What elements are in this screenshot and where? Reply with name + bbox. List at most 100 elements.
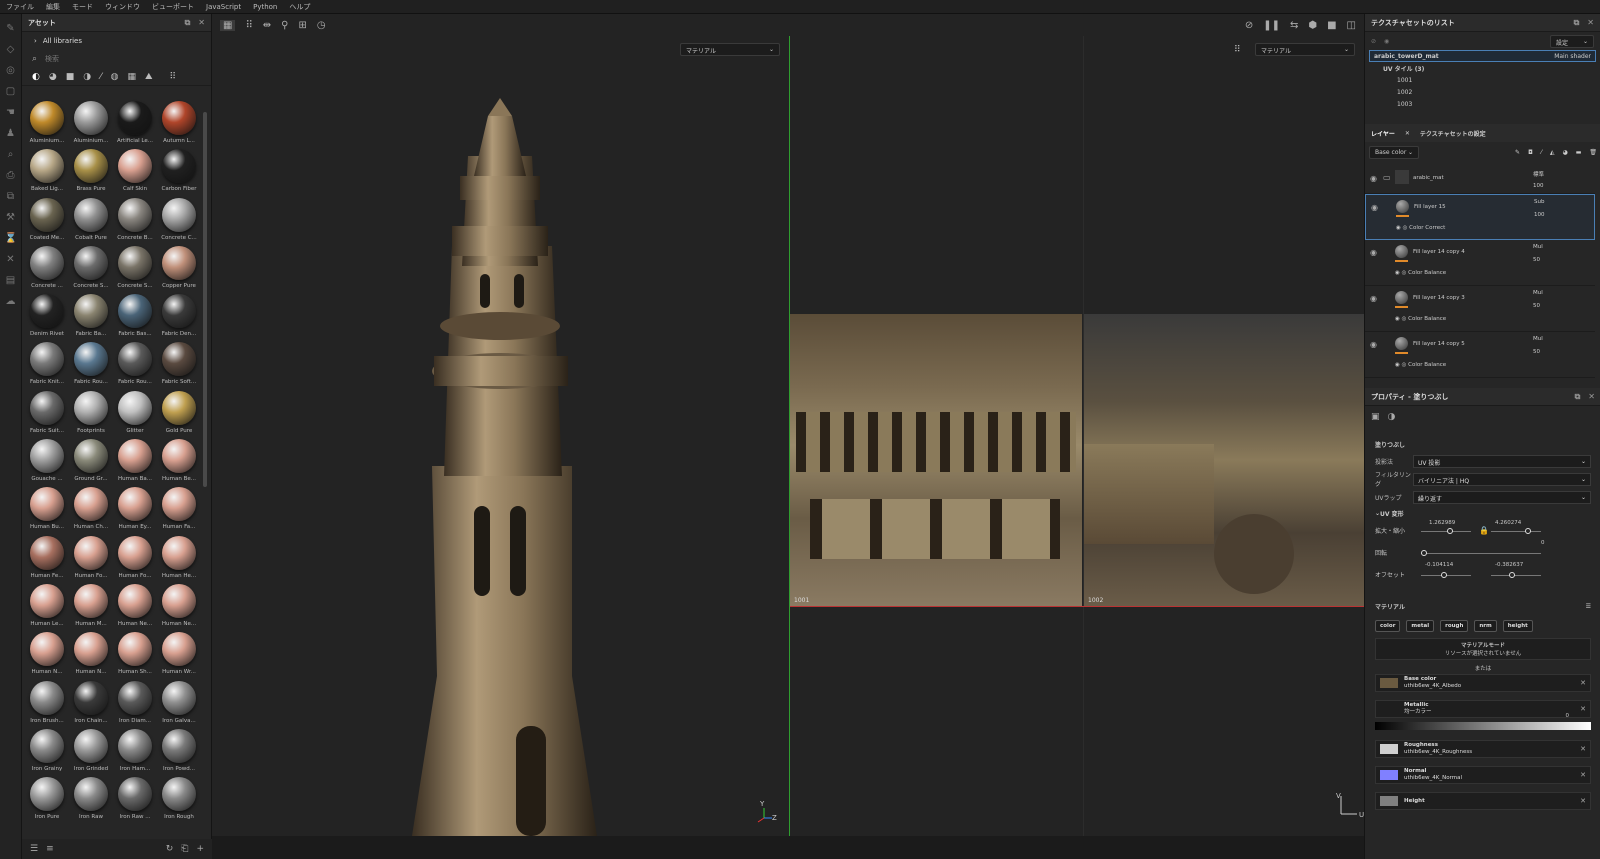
material-thumbnail[interactable]: Iron Grainy (26, 728, 68, 776)
material-thumbnail[interactable]: Iron Brush... (26, 680, 68, 728)
refresh-icon[interactable]: ↻ (166, 844, 174, 854)
channel-toggle-color[interactable]: color (1375, 620, 1401, 632)
material-thumbnail[interactable]: Brass Pure (70, 148, 112, 196)
clear-icon[interactable]: ✕ (1580, 745, 1586, 753)
layout-single-icon[interactable]: ▦ (220, 19, 236, 31)
filter-texture-icon[interactable]: ▦ (127, 72, 136, 82)
close-icon[interactable]: ✕ (1405, 130, 1410, 137)
bake-icon[interactable]: ⎙ (5, 170, 17, 182)
frame-icon[interactable]: ⊞ (299, 20, 307, 31)
material-thumbnail[interactable]: Human Sh... (114, 631, 156, 679)
material-thumbnail[interactable]: Fabric Soft... (158, 341, 200, 389)
material-thumbnail[interactable]: Iron Chain... (70, 680, 112, 728)
geometry-mask-icon[interactable]: ▢ (5, 86, 17, 98)
material-thumbnail[interactable]: Artificial Le... (114, 100, 156, 148)
eye-icon[interactable]: ◉ (1370, 340, 1377, 349)
material-thumbnail[interactable]: Concrete C... (158, 197, 200, 245)
material-thumbnail[interactable]: Concrete ... (26, 245, 68, 293)
eye-icon[interactable]: ◉ (1395, 362, 1400, 368)
material-thumbnail[interactable]: Baked Lig... (26, 148, 68, 196)
material-thumbnail[interactable]: Human Wr... (158, 631, 200, 679)
folder-icon[interactable]: ▬ (1576, 149, 1582, 156)
viewport-2d[interactable]: ⠿ マテリアル ⌄ 1001 1002 UV (790, 36, 1364, 836)
clear-icon[interactable]: ✕ (1580, 679, 1586, 687)
tab-layers[interactable]: レイヤー (1371, 129, 1395, 138)
menu-viewport[interactable]: ビューポート (152, 2, 194, 12)
eye-icon[interactable]: ◉ (1395, 316, 1400, 322)
material-thumbnail[interactable]: Human Bu... (26, 486, 68, 534)
channel-dropdown[interactable]: Base color ⌄ (1369, 145, 1419, 159)
menu-window[interactable]: ウィンドウ (105, 2, 140, 12)
material-thumbnail[interactable]: Denim Rivet (26, 293, 68, 341)
filter-particle-icon[interactable]: ◍ (111, 72, 119, 82)
material-thumbnail[interactable]: Calf Skin (114, 148, 156, 196)
material-thumbnail[interactable]: Iron Ham... (114, 728, 156, 776)
material-slot[interactable]: Normal uthib6ew_4K_Normal ✕ (1375, 766, 1591, 784)
material-thumbnail[interactable]: Iron Rough (158, 776, 200, 824)
document-icon[interactable]: ▤ (5, 275, 17, 287)
scale-x-slider[interactable] (1421, 528, 1471, 534)
layer-item[interactable]: ◉ Fill layer 14 copy 3 Mul 50 ◉ ◎ Color Bala… (1365, 286, 1595, 332)
add-icon[interactable]: + (196, 844, 204, 854)
list-view-icon[interactable]: ☰ (30, 844, 38, 854)
material-thumbnail[interactable]: Human N... (26, 631, 68, 679)
paint-brush-icon[interactable]: ✎ (5, 23, 17, 35)
filter-material-icon[interactable]: ◐ (32, 72, 40, 82)
material-thumbnail[interactable]: Human Ba... (114, 438, 156, 486)
layer-folder[interactable]: ◉ ▭ arabic_mat 標準 100 (1365, 166, 1595, 194)
light-icon[interactable]: ⌛ (5, 233, 17, 245)
blend-mode[interactable]: Sub (1534, 199, 1544, 205)
material-thumbnail[interactable]: Aluminium... (70, 100, 112, 148)
add-paint-layer-icon[interactable]: ⁄ (1541, 149, 1542, 156)
camera-icon[interactable]: ■ (1327, 20, 1336, 31)
uv-transform-header[interactable]: ⌄ UV 変形 (1365, 506, 1600, 520)
uv-tile-item[interactable]: 1003 (1365, 98, 1600, 110)
add-fill-layer-icon[interactable]: ◭ (1550, 149, 1555, 156)
material-thumbnail[interactable]: Fabric Knit... (26, 341, 68, 389)
effect-item[interactable]: ◉ ◎ Color Balance (1395, 270, 1446, 276)
projection-icon[interactable]: ◎ (5, 65, 17, 77)
filter-dropdown[interactable]: バイリニア法 | HQ ⌄ (1413, 472, 1591, 486)
material-thumbnail[interactable]: Fabric Rou... (70, 341, 112, 389)
material-thumbnail[interactable]: Concrete S... (70, 245, 112, 293)
fill-tab-icon[interactable]: ▣ (1371, 412, 1380, 422)
layer-item[interactable]: ◉ Fill layer 14 copy 5 Mul 50 ◉ ◎ Color Bala… (1365, 332, 1595, 378)
material-thumbnail[interactable]: Fabric Bas... (114, 293, 156, 341)
material-thumbnail[interactable]: Concrete S... (114, 245, 156, 293)
material-thumbnail[interactable]: Human M... (70, 583, 112, 631)
material-slot[interactable]: Base color uthib6ew_4K_Albedo ✕ (1375, 674, 1591, 692)
material-thumbnail[interactable]: Human Fa... (158, 486, 200, 534)
smudge-icon[interactable]: ☚ (5, 107, 17, 119)
cloud-icon[interactable]: ☁ (5, 296, 17, 308)
menu-mode[interactable]: モード (72, 2, 93, 12)
material-thumbnail[interactable]: Iron Grinded (70, 728, 112, 776)
opacity-value[interactable]: 50 (1533, 349, 1540, 355)
history-icon[interactable]: ◷ (317, 20, 326, 31)
material-thumbnail[interactable]: Iron Raw ... (114, 776, 156, 824)
add-mask-icon[interactable]: ◘ (1528, 149, 1533, 156)
menu-file[interactable]: ファイル (6, 2, 34, 12)
menu-help[interactable]: ヘルプ (289, 2, 310, 12)
opacity-value[interactable]: 100 (1533, 183, 1544, 189)
view-split-icon[interactable]: ⇆ (1290, 20, 1298, 31)
delete-icon[interactable]: 🗑 (1589, 149, 1597, 156)
menu-javascript[interactable]: JavaScript (206, 3, 241, 11)
material-thumbnail[interactable]: Glitter (114, 390, 156, 438)
blend-mode[interactable]: Mul (1533, 290, 1543, 296)
ruler-icon[interactable]: ⚒ (5, 212, 17, 224)
blend-mode[interactable]: 標準 (1533, 170, 1544, 178)
clear-icon[interactable]: ✕ (1580, 705, 1586, 713)
material-slot[interactable]: Metallic 均一カラー ✕ (1375, 700, 1591, 718)
material-thumbnail[interactable]: Autumn L... (158, 100, 200, 148)
undock-icon[interactable]: ⧉ (185, 18, 191, 28)
filter-brush-icon[interactable]: ⁄ (100, 72, 102, 82)
filter-smart-material-icon[interactable]: ◕ (49, 72, 57, 82)
material-thumbnail[interactable]: Human Le... (26, 583, 68, 631)
visibility-icon[interactable]: ◉ (1384, 38, 1389, 45)
material-thumbnail[interactable]: Fabric Rou... (114, 341, 156, 389)
add-group-icon[interactable]: ◕ (1562, 149, 1567, 156)
picker-icon[interactable]: ⌕ (5, 149, 17, 161)
material-thumbnail[interactable]: Cobalt Pure (70, 197, 112, 245)
screenshot-off-icon[interactable]: ⊘ (1245, 20, 1253, 31)
eye-icon[interactable]: ◉ (1395, 270, 1400, 276)
